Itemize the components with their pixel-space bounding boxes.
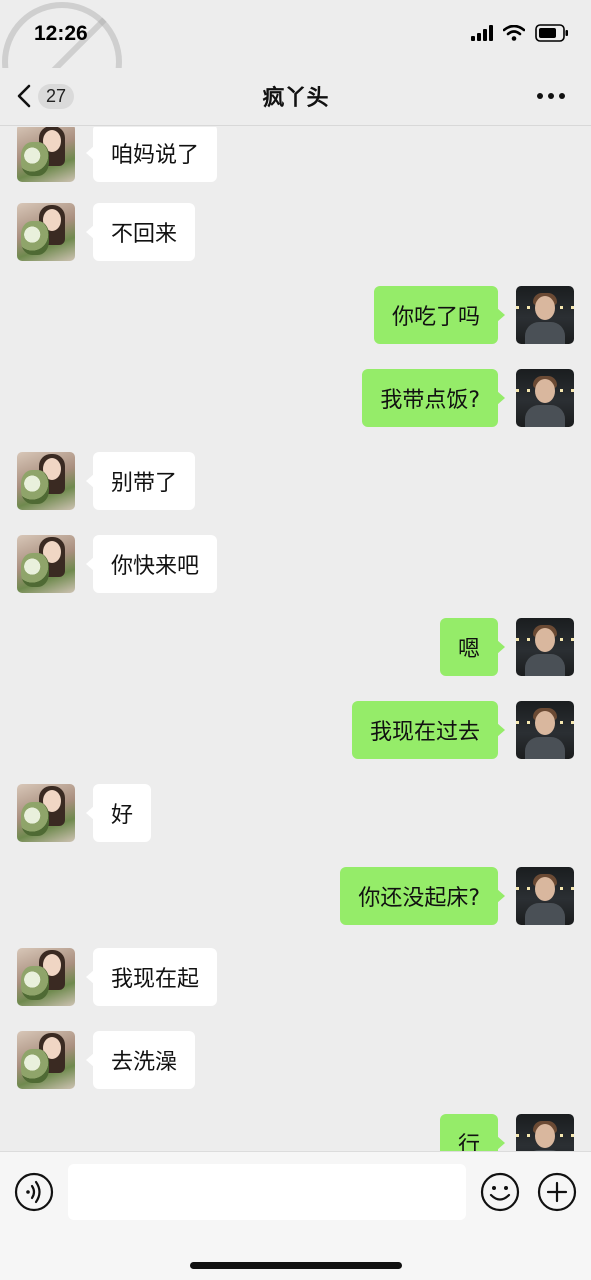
contact-avatar[interactable] bbox=[17, 1031, 75, 1089]
received-message: 别带了 bbox=[0, 452, 591, 512]
sent-message: 我带点饭? bbox=[0, 369, 591, 429]
message-bubble[interactable]: 去洗澡 bbox=[85, 1031, 196, 1089]
home-indicator bbox=[190, 1262, 402, 1269]
message-bubble[interactable]: 好 bbox=[85, 784, 152, 842]
my-avatar[interactable] bbox=[516, 1114, 574, 1151]
emoji-button[interactable] bbox=[480, 1172, 520, 1212]
my-avatar[interactable] bbox=[516, 867, 574, 925]
status-bar: 12:26 bbox=[0, 0, 591, 122]
message-input[interactable] bbox=[68, 1164, 466, 1220]
contact-avatar[interactable] bbox=[17, 203, 75, 261]
my-avatar[interactable] bbox=[516, 701, 574, 759]
sent-message: 你还没起床? bbox=[0, 867, 591, 927]
received-message: 我现在起 bbox=[0, 948, 591, 1008]
my-avatar[interactable] bbox=[516, 286, 574, 344]
message-bubble[interactable]: 你快来吧 bbox=[85, 535, 218, 593]
message-bubble[interactable]: 我带点饭? bbox=[362, 369, 505, 427]
message-bubble[interactable]: 咱妈说了 bbox=[85, 127, 218, 182]
contact-avatar[interactable] bbox=[17, 784, 75, 842]
message-bubble[interactable]: 嗯 bbox=[439, 618, 506, 676]
signal-icon bbox=[471, 25, 493, 41]
my-avatar[interactable] bbox=[516, 369, 574, 427]
my-avatar[interactable] bbox=[516, 618, 574, 676]
received-message: 咱妈说了 bbox=[0, 127, 591, 184]
received-message: 去洗澡 bbox=[0, 1031, 591, 1091]
contact-avatar[interactable] bbox=[17, 948, 75, 1006]
chat-title: 疯丫头 bbox=[262, 86, 329, 111]
nav-bar: 27 疯丫头 bbox=[0, 68, 591, 126]
message-bubble[interactable]: 别带了 bbox=[85, 452, 196, 510]
message-bubble[interactable]: 不回来 bbox=[85, 203, 196, 261]
message-bubble[interactable]: 我现在起 bbox=[85, 948, 218, 1006]
emoji-icon bbox=[480, 1172, 520, 1212]
voice-button[interactable] bbox=[14, 1172, 54, 1212]
chat-area[interactable]: 咱妈说了不回来你吃了吗我带点饭? 别带了你快来吧嗯我现在过去好你还没起床? 我现在起… bbox=[0, 127, 591, 1151]
sent-message: 你吃了吗 bbox=[0, 286, 591, 346]
sent-message: 我现在过去 bbox=[0, 701, 591, 761]
message-bubble[interactable]: 我现在过去 bbox=[351, 701, 506, 759]
battery-icon bbox=[535, 24, 568, 42]
received-message: 不回来 bbox=[0, 203, 591, 263]
input-bar bbox=[0, 1151, 591, 1280]
more-dots-icon bbox=[537, 93, 565, 99]
status-icons bbox=[471, 24, 569, 42]
contact-avatar[interactable] bbox=[17, 535, 75, 593]
received-message: 好 bbox=[0, 784, 591, 844]
sent-message: 嗯 bbox=[0, 618, 591, 678]
contact-avatar[interactable] bbox=[17, 127, 75, 182]
plus-icon bbox=[537, 1172, 577, 1212]
plus-button[interactable] bbox=[537, 1172, 577, 1212]
message-bubble[interactable]: 你吃了吗 bbox=[373, 286, 506, 344]
message-bubble[interactable]: 你还没起床? bbox=[340, 867, 505, 925]
contact-avatar[interactable] bbox=[17, 452, 75, 510]
message-bubble[interactable]: 行 bbox=[439, 1114, 506, 1151]
wifi-icon bbox=[503, 25, 525, 41]
received-message: 你快来吧 bbox=[0, 535, 591, 595]
voice-icon bbox=[14, 1172, 54, 1212]
status-time: 12:26 bbox=[34, 22, 88, 45]
more-button[interactable] bbox=[533, 82, 569, 110]
sent-message: 行 bbox=[0, 1114, 591, 1151]
